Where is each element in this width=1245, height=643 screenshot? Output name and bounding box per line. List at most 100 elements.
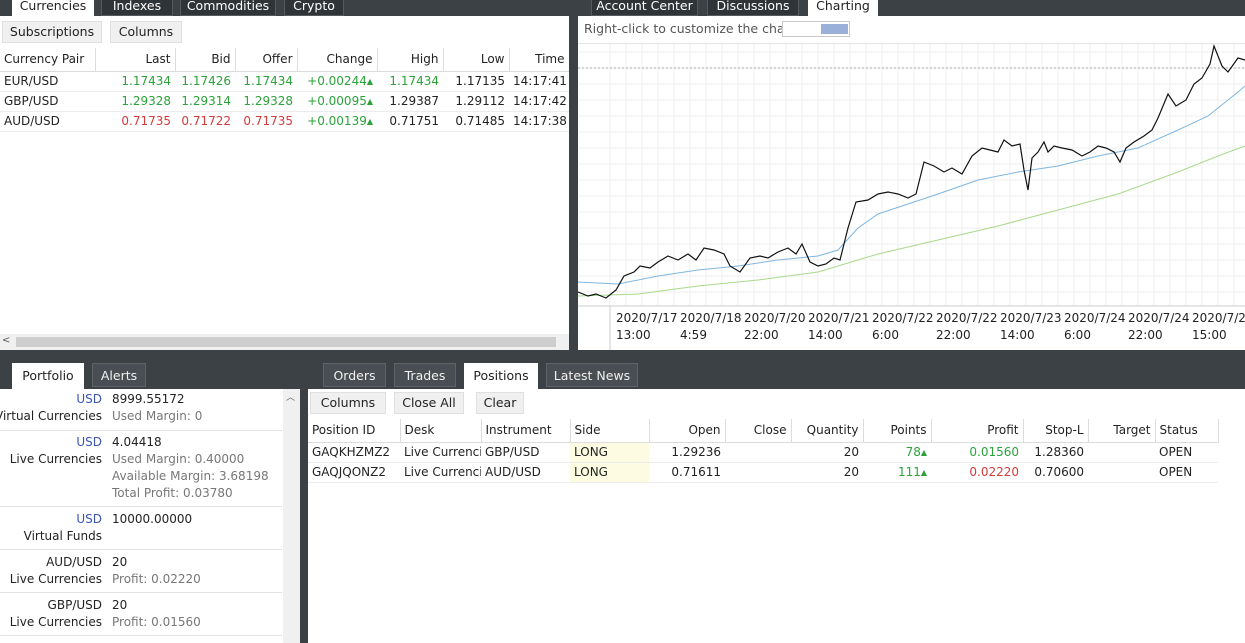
range-thumb[interactable] (821, 24, 848, 34)
x-tick-time: 14:00 (808, 328, 843, 342)
col-bid[interactable]: Bid (175, 48, 236, 72)
table-row[interactable]: GBP/USD 1.29328 1.29314 1.29328 +0.00095… (0, 91, 569, 112)
col-offer[interactable]: Offer (235, 48, 298, 72)
table-row[interactable]: GAQJQONZ2 Live Currencies AUD/USD LONG 0… (308, 462, 1218, 483)
target-cell (1088, 462, 1155, 483)
tab-crypto[interactable]: Crypto (284, 0, 344, 16)
portfolio-entry[interactable]: USD 10000.00000 Virtual Funds (0, 507, 282, 550)
bid-cell: 1.29314 (175, 91, 235, 112)
change-value: +0.00244 (307, 74, 367, 88)
columns-button[interactable]: Columns (110, 21, 182, 43)
x-tick-date: 2020/7/22 (936, 311, 998, 325)
col-side[interactable]: Side (570, 419, 650, 443)
tab-alerts[interactable]: Alerts (92, 363, 146, 387)
clear-button[interactable]: Clear (476, 392, 524, 414)
col-position-id[interactable]: Position ID (308, 419, 401, 443)
bid-cell: 1.17426 (175, 71, 235, 92)
col-last[interactable]: Last (95, 48, 176, 72)
tab-currencies[interactable]: Currencies (12, 0, 94, 16)
change-value: +0.00139 (307, 114, 367, 128)
tab-latest-news[interactable]: Latest News (546, 363, 638, 387)
price-chart[interactable] (578, 44, 1245, 350)
col-high[interactable]: High (377, 48, 444, 72)
tab-account-center[interactable]: Account Center (591, 0, 698, 16)
horizontal-scrollbar[interactable]: < (0, 334, 569, 350)
col-currency-pair[interactable]: Currency Pair (0, 48, 96, 72)
col-instrument[interactable]: Instrument (481, 419, 571, 443)
col-target[interactable]: Target (1088, 419, 1156, 443)
close-cell (725, 462, 791, 483)
col-status[interactable]: Status (1155, 419, 1219, 443)
x-tick-time: 22:00 (1128, 328, 1163, 342)
vertical-scrollbar[interactable]: ︿ (283, 389, 300, 643)
scroll-up-icon[interactable]: ︿ (286, 390, 295, 403)
col-time[interactable]: Time (509, 48, 570, 72)
portfolio-entry[interactable]: USD 8999.55172 Virtual Currencies Used M… (0, 389, 282, 431)
x-tick-date: 2020/7/17 (616, 311, 678, 325)
points-cell: 111▲ (863, 462, 931, 483)
high-cell: 1.29387 (377, 91, 443, 112)
col-points[interactable]: Points (863, 419, 932, 443)
tab-indexes[interactable]: Indexes (101, 0, 173, 16)
entry-label: Live Currencies (9, 615, 102, 629)
profit-cell: 0.02220 (931, 462, 1023, 483)
col-desk[interactable]: Desk (400, 419, 482, 443)
col-change[interactable]: Change (297, 48, 378, 72)
quantity-cell: 20 (791, 442, 863, 463)
tab-charting[interactable]: Charting (808, 0, 878, 16)
tab-trades[interactable]: Trades (394, 363, 456, 387)
entry-label: Virtual Funds (23, 529, 102, 543)
col-close[interactable]: Close (725, 419, 792, 443)
entry-label: Live Currencies (9, 452, 102, 466)
portfolio-entry[interactable]: GBP/USD 20 Live Currencies Profit: 0.015… (0, 593, 282, 636)
vertical-splitter[interactable] (569, 0, 578, 350)
col-profit[interactable]: Profit (931, 419, 1024, 443)
bottom-vertical-splitter[interactable] (300, 360, 308, 643)
tab-orders[interactable]: Orders (323, 363, 386, 387)
entry-amount: 8999.55172 (112, 392, 185, 406)
last-cell: 1.29328 (95, 91, 175, 112)
table-row[interactable]: AUD/USD 0.71735 0.71722 0.71735 +0.00139… (0, 111, 569, 132)
position-id-cell: GAQJQONZ2 (308, 462, 400, 483)
desk-cell: Live Currencies (400, 442, 481, 463)
tab-commodities[interactable]: Commodities (180, 0, 276, 16)
portfolio-entry[interactable]: USD 4.04418 Live Currencies Used Margin:… (0, 431, 282, 507)
ma-slow-line (578, 145, 1245, 297)
x-tick-time: 6:00 (872, 328, 899, 342)
positions-panel: Columns Close All Clear Position ID Desk… (308, 389, 1245, 643)
table-row[interactable]: EUR/USD 1.17434 1.17426 1.17434 +0.00244… (0, 71, 569, 92)
entry-label: Live Currencies (9, 572, 102, 586)
entry-detail: Profit: 0.01560 (112, 615, 201, 629)
pair-cell: EUR/USD (0, 71, 95, 92)
tab-positions[interactable]: Positions (464, 363, 538, 389)
columns-button[interactable]: Columns (310, 392, 386, 414)
instrument-cell: GBP/USD (481, 442, 570, 463)
tab-discussions[interactable]: Discussions (707, 0, 799, 16)
subscriptions-button[interactable]: Subscriptions (2, 21, 102, 43)
table-row[interactable]: GAQKHZMZ2 Live Currencies GBP/USD LONG 1… (308, 442, 1218, 463)
offer-cell: 0.71735 (235, 111, 297, 132)
chart-range-selector[interactable] (782, 21, 850, 37)
profit-value: 0.01560 (969, 445, 1019, 459)
up-arrow-icon: ▲ (920, 448, 927, 457)
x-tick-date: 2020/7/24 (1064, 311, 1126, 325)
entry-currency: USD (76, 435, 102, 449)
col-stop-loss[interactable]: Stop-L (1023, 419, 1089, 443)
col-open[interactable]: Open (649, 419, 726, 443)
instrument-cell: AUD/USD (481, 462, 570, 483)
col-low[interactable]: Low (443, 48, 510, 72)
scroll-left-icon[interactable]: < (2, 335, 10, 346)
x-tick-time: 22:00 (744, 328, 779, 342)
portfolio-entry[interactable]: AUD/USD 20 Live Currencies Profit: 0.022… (0, 550, 282, 593)
x-tick-date: 2020/7/18 (680, 311, 742, 325)
up-arrow-icon: ▲ (920, 468, 927, 477)
close-all-button[interactable]: Close All (394, 392, 464, 414)
tab-portfolio[interactable]: Portfolio (12, 363, 84, 389)
scrollbar-thumb[interactable] (16, 337, 556, 347)
points-value: 78 (905, 445, 921, 459)
entry-detail: Profit: 0.02220 (112, 572, 201, 586)
horizontal-splitter[interactable] (0, 350, 1245, 360)
position-id-cell: GAQKHZMZ2 (308, 442, 400, 463)
col-quantity[interactable]: Quantity (791, 419, 864, 443)
low-cell: 1.29112 (443, 91, 509, 112)
